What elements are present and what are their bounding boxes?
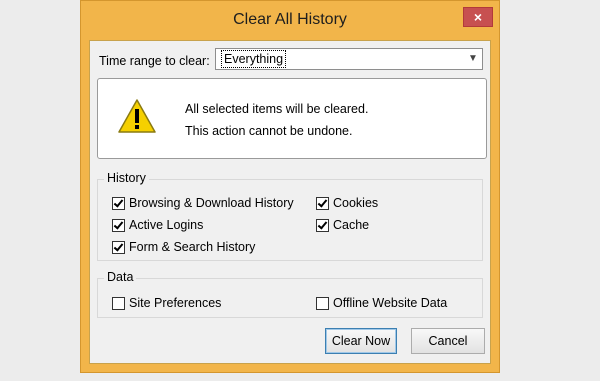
checkbox-label: Browsing & Download History: [129, 196, 294, 210]
warning-line-2: This action cannot be undone.: [185, 124, 353, 138]
checkbox-label: Site Preferences: [129, 296, 222, 310]
checkbox-label: Offline Website Data: [333, 296, 448, 310]
time-range-label: Time range to clear:: [99, 54, 210, 68]
checkbox-label: Active Logins: [129, 218, 204, 232]
time-range-value: Everything: [221, 50, 287, 68]
warning-icon: [118, 99, 156, 133]
history-group-title: History: [104, 171, 149, 185]
checkbox-form-search-history[interactable]: Form & Search History: [112, 240, 255, 254]
checkbox-box: [112, 296, 125, 310]
checkbox-label: Cache: [333, 218, 370, 232]
checkbox-browsing-download-history[interactable]: Browsing & Download History: [112, 196, 294, 210]
checkbox-box: [316, 296, 329, 310]
close-button[interactable]: ×: [463, 7, 493, 27]
checkbox-cookies[interactable]: Cookies: [316, 196, 378, 210]
checkbox-box: [112, 218, 125, 232]
cancel-button[interactable]: Cancel: [411, 328, 485, 354]
checkbox-site-preferences[interactable]: Site Preferences: [112, 296, 221, 310]
close-icon: ×: [473, 9, 483, 25]
checkbox-active-logins[interactable]: Active Logins: [112, 218, 203, 232]
warning-box: All selected items will be cleared. This…: [97, 78, 487, 159]
checkbox-box: [112, 240, 125, 254]
dialog-content: Time range to clear: Everything ▼ All se…: [89, 40, 491, 364]
checkbox-label: Cookies: [333, 196, 379, 210]
time-range-select[interactable]: Everything ▼: [215, 48, 483, 70]
history-group: History Browsing & Download History Cook…: [97, 171, 483, 261]
dialog-window: Clear All History × Time range to clear:…: [80, 0, 500, 373]
checkbox-box: [316, 218, 329, 232]
chevron-down-icon: ▼: [468, 53, 478, 64]
data-group: Data Site Preferences Offline Website Da…: [97, 270, 483, 318]
checkbox-box: [316, 196, 329, 210]
checkbox-label: Form & Search History: [129, 240, 256, 254]
warning-line-1: All selected items will be cleared.: [185, 102, 369, 116]
data-group-title: Data: [104, 270, 137, 284]
checkbox-cache[interactable]: Cache: [316, 218, 369, 232]
checkbox-offline-website-data[interactable]: Offline Website Data: [316, 296, 447, 310]
clear-now-button[interactable]: Clear Now: [325, 328, 397, 354]
checkbox-box: [112, 196, 125, 210]
dialog-title: Clear All History: [233, 11, 347, 28]
